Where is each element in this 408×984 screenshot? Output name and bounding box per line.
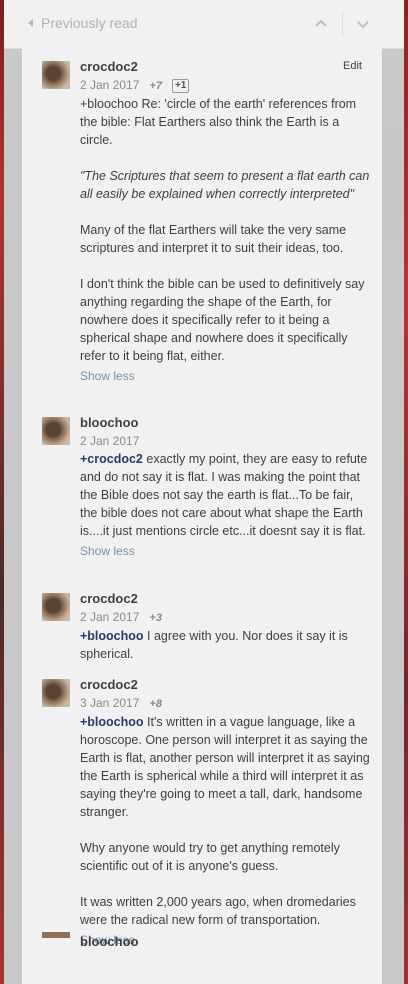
caret-left-icon bbox=[28, 19, 33, 27]
comment-paragraph: Many of the flat Earthers will take the … bbox=[80, 223, 347, 255]
comment-date[interactable]: 2 Jan 2017 bbox=[80, 610, 139, 624]
show-less-link[interactable]: Show less bbox=[80, 542, 370, 560]
background-edge-left bbox=[0, 0, 4, 984]
comment-paragraph: I don't think the bible can be used to d… bbox=[80, 277, 365, 363]
comment-author[interactable]: crocdoc2 bbox=[80, 58, 370, 76]
vote-count: +8 bbox=[149, 698, 162, 710]
comment-author[interactable]: bloochoo bbox=[80, 934, 139, 949]
comments-header: Previously read bbox=[4, 0, 404, 49]
previously-read-button[interactable]: Previously read bbox=[28, 15, 138, 31]
comment-author[interactable]: crocdoc2 bbox=[80, 676, 370, 694]
avatar[interactable] bbox=[42, 932, 70, 938]
header-divider bbox=[342, 12, 343, 36]
comment-text: +bloochoo It's written in a vague langua… bbox=[80, 713, 370, 929]
comment-date[interactable]: 2 Jan 2017 bbox=[80, 78, 139, 92]
comment-body: crocdoc2 2 Jan 2017 +7 +1 +bloochoo Re: 'c… bbox=[80, 58, 370, 385]
comment-date[interactable]: 2 Jan 2017 bbox=[80, 434, 139, 448]
vote-count: +7 bbox=[149, 80, 162, 92]
comments-panel: Edit crocdoc2 2 Jan 2017 +7 +1 +bloochoo R… bbox=[22, 48, 382, 984]
vote-count: +3 bbox=[149, 612, 162, 624]
comment-date[interactable]: 3 Jan 2017 bbox=[80, 696, 139, 710]
comment-quote: "The Scriptures that seem to present a f… bbox=[80, 169, 370, 201]
chevron-up-icon[interactable] bbox=[312, 15, 330, 33]
comment-paragraph: +bloochoo Re: 'circle of the earth' refe… bbox=[80, 97, 357, 147]
chevron-down-icon[interactable] bbox=[354, 15, 372, 33]
avatar[interactable] bbox=[42, 593, 70, 621]
comment-body: crocdoc2 2 Jan 2017 +3 +bloochoo I agree … bbox=[80, 590, 370, 663]
plus-one-button[interactable]: +1 bbox=[171, 79, 190, 93]
previously-read-label: Previously read bbox=[41, 15, 138, 31]
comment-paragraph: It was written 2,000 years ago, when dro… bbox=[80, 895, 356, 927]
comment-text: +bloochoo Re: 'circle of the earth' refe… bbox=[80, 95, 370, 365]
comment-author[interactable]: crocdoc2 bbox=[80, 590, 370, 608]
comment-meta: 2 Jan 2017 +3 bbox=[80, 608, 370, 627]
scrollbar-thumb[interactable] bbox=[391, 128, 397, 236]
mention-link[interactable]: +bloochoo bbox=[80, 715, 144, 729]
avatar[interactable] bbox=[42, 679, 70, 707]
background-edge-right bbox=[404, 0, 408, 984]
comment-body: bloochoo 2 Jan 2017 +crocdoc2 exactly my… bbox=[80, 414, 370, 560]
comment-meta: 2 Jan 2017 bbox=[80, 432, 370, 450]
comment-text: +crocdoc2 exactly my point, they are eas… bbox=[80, 450, 370, 540]
comment-meta: 3 Jan 2017 +8 bbox=[80, 694, 370, 713]
comment-author[interactable]: bloochoo bbox=[80, 414, 370, 432]
show-less-link[interactable]: Show less bbox=[80, 367, 370, 385]
avatar[interactable] bbox=[42, 417, 70, 445]
comment-meta: 2 Jan 2017 +7 +1 bbox=[80, 76, 370, 95]
avatar[interactable] bbox=[42, 61, 70, 89]
mention-link[interactable]: +crocdoc2 bbox=[80, 452, 143, 466]
comment-paragraph: Why anyone would try to get anything rem… bbox=[80, 841, 340, 873]
comment-paragraph: It's written in a vague language, like a… bbox=[80, 715, 370, 819]
mention-link[interactable]: +bloochoo bbox=[80, 629, 144, 643]
comment-text: +bloochoo I agree with you. Nor does it … bbox=[80, 627, 370, 663]
comment-body: crocdoc2 3 Jan 2017 +8 +bloochoo It's wri… bbox=[80, 676, 370, 949]
